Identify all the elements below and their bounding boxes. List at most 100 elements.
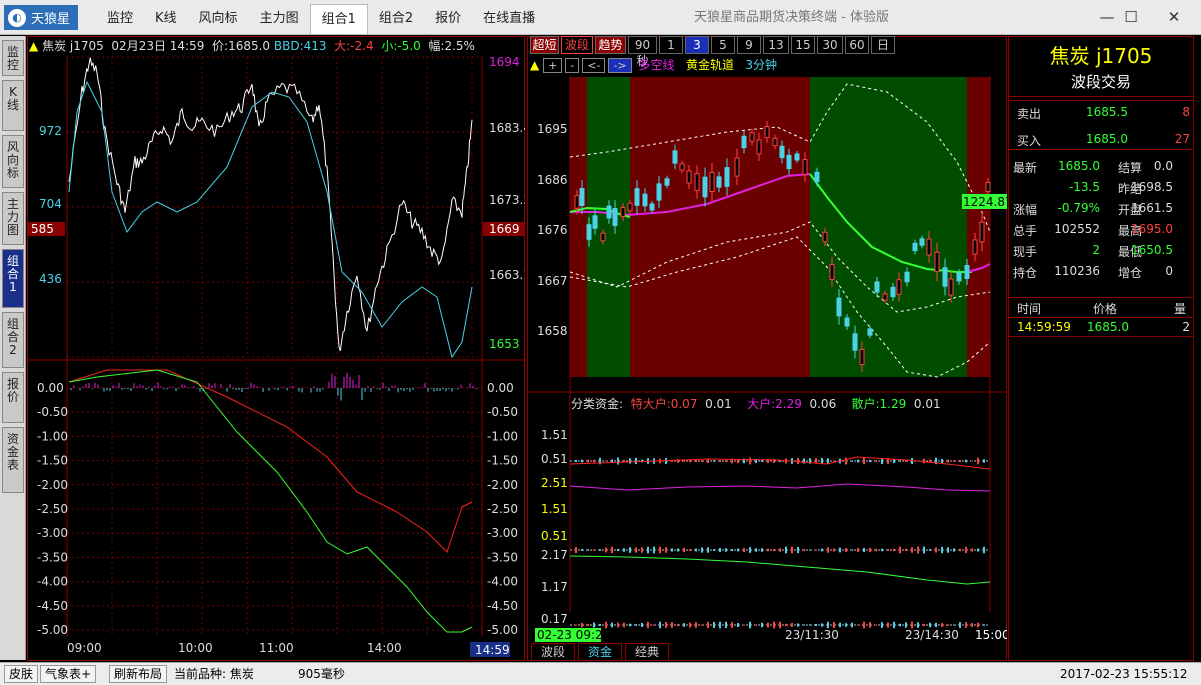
- fund-bar: [887, 622, 889, 628]
- side-tab-1[interactable]: K线: [2, 80, 24, 131]
- side-tab-5[interactable]: 组合2: [2, 312, 24, 368]
- indicator-golden-track[interactable]: 黄金轨道: [686, 58, 734, 72]
- weather-button[interactable]: 气象表+: [40, 665, 97, 683]
- fund-bar: [965, 622, 967, 628]
- quote-v1-5: 110236: [1054, 264, 1100, 278]
- fund-bar: [749, 457, 751, 465]
- kline-price-label: 1667: [537, 274, 568, 288]
- side-tab-0[interactable]: 监控: [2, 40, 24, 76]
- price-axis-label: 1683.4: [489, 121, 525, 135]
- zoom-button-1[interactable]: -: [565, 58, 580, 73]
- kline-chart[interactable]: 1695 1686 1676 1667 1658 1224.87 1.51 0.51 2.51 1…: [527, 72, 1007, 644]
- menu-item-6[interactable]: 报价: [424, 4, 472, 34]
- fund-bar: [893, 621, 895, 629]
- bottom-tab-2[interactable]: 经典: [625, 643, 669, 661]
- fund-bar: [839, 622, 841, 628]
- close-button[interactable]: ✕: [1155, 0, 1193, 35]
- quote-v1-1: -13.5: [1068, 180, 1100, 194]
- period-button-6[interactable]: 5: [711, 36, 735, 54]
- zoom-button-0[interactable]: +: [543, 58, 563, 73]
- candle-body: [627, 202, 633, 212]
- indicator-duokong[interactable]: 多空线: [638, 58, 674, 72]
- fund-bar: [593, 459, 595, 463]
- menu-item-2[interactable]: 风向标: [188, 4, 249, 34]
- period-button-0[interactable]: 超短: [530, 36, 559, 54]
- menu-item-0[interactable]: 监控: [96, 4, 144, 34]
- quote-v2-2: 1661.5: [1131, 201, 1173, 215]
- side-tab-3[interactable]: 主力图: [2, 192, 24, 245]
- period-button-9[interactable]: 15: [791, 36, 815, 54]
- side-tab-7[interactable]: 资金表: [2, 427, 24, 493]
- quote-v2-1: 1698.5: [1131, 180, 1173, 194]
- fund-bar: [707, 459, 709, 463]
- fund-bar: [743, 624, 745, 626]
- candle-body: [896, 279, 902, 295]
- volume-axis-label: 704: [39, 197, 62, 211]
- maximize-button[interactable]: ☐: [1112, 0, 1150, 35]
- fund-bar: [671, 622, 673, 628]
- ask-label: 卖出: [1017, 107, 1042, 121]
- period-button-10[interactable]: 30: [817, 36, 843, 54]
- lower-axis-right-label: -1.50: [487, 454, 518, 468]
- quote-l1-3: 总手: [1013, 224, 1038, 238]
- ask-price: 1685.5: [1086, 105, 1128, 119]
- period-button-3[interactable]: 90秒: [628, 36, 657, 68]
- volume-axis-label: 972: [39, 124, 62, 138]
- header-name: 焦炭: [42, 39, 67, 53]
- fund-bar: [971, 460, 973, 462]
- period-button-4[interactable]: 1: [659, 36, 683, 54]
- fund-bar: [959, 459, 961, 463]
- app-window: ◐ 天狼星 监控 K线 风向标 主力图 组合1 组合2 报价 在线直播 天狼星商品期货决策终端 …: [0, 0, 1201, 685]
- fund-axis-label: 0.51: [541, 452, 568, 466]
- period-button-12[interactable]: 日: [871, 36, 895, 54]
- lower-axis-right-label: -1.00: [487, 429, 518, 443]
- candle-body: [620, 207, 626, 217]
- intraday-chart[interactable]: 1694 1683.4 1673.3 1663.1 1653 1669 972 704 436 5…: [27, 52, 525, 660]
- side-tab-6[interactable]: 报价: [2, 372, 24, 423]
- skin-button[interactable]: 皮肤: [4, 665, 39, 683]
- lower-axis-left-label: -1.00: [37, 429, 68, 443]
- time-axis-label: 09:00: [67, 641, 102, 655]
- fund-bar: [881, 548, 883, 552]
- lower-axis-right-label: -3.50: [487, 550, 518, 564]
- fund-bar: [941, 546, 943, 554]
- indicator-period[interactable]: 3分钟: [745, 58, 777, 72]
- candle-body: [772, 137, 778, 147]
- volume-axis-label: 436: [39, 272, 62, 286]
- tick-header-time: 时间: [1017, 302, 1042, 316]
- fund-bar: [869, 459, 871, 463]
- candle-body: [972, 239, 978, 255]
- fund-big: 特大户:0.07: [630, 397, 698, 411]
- period-button-1[interactable]: 波段: [561, 36, 593, 54]
- fund-bar: [845, 457, 847, 465]
- fund-bar: [665, 547, 667, 553]
- period-button-5[interactable]: 3: [685, 36, 709, 54]
- period-button-7[interactable]: 9: [737, 36, 761, 54]
- fund-bar: [821, 548, 823, 552]
- fund-bar: [761, 460, 763, 462]
- menu-item-4[interactable]: 组合1: [309, 4, 368, 34]
- bottom-tab-0[interactable]: 波段: [531, 643, 575, 661]
- menu-item-7[interactable]: 在线直播: [472, 4, 546, 34]
- app-logo[interactable]: ◐ 天狼星: [4, 5, 79, 30]
- candle-body: [702, 176, 708, 198]
- period-button-8[interactable]: 13: [763, 36, 789, 54]
- fund-bar: [947, 459, 949, 463]
- side-tab-2[interactable]: 风向标: [2, 135, 24, 188]
- fund-bar: [587, 624, 589, 626]
- menu-item-5[interactable]: 组合2: [368, 4, 424, 34]
- fund-bar: [623, 622, 625, 628]
- fund-bar: [803, 624, 805, 626]
- zoom-button-3[interactable]: ->: [608, 58, 632, 73]
- fund-bar: [833, 460, 835, 462]
- zoom-button-2[interactable]: <-: [582, 58, 606, 73]
- bottom-tab-1[interactable]: 资金: [578, 643, 622, 661]
- refresh-layout-button[interactable]: 刷新布局: [109, 665, 168, 683]
- menu-item-3[interactable]: 主力图: [249, 4, 310, 34]
- warning-icon-2: ▲: [530, 58, 540, 72]
- period-button-2[interactable]: 趋势: [595, 36, 626, 54]
- side-tab-4[interactable]: 组合1: [2, 249, 24, 308]
- menu-item-1[interactable]: K线: [144, 4, 188, 34]
- lower-axis-left-label: -5.00: [37, 623, 68, 637]
- period-button-11[interactable]: 60: [845, 36, 869, 54]
